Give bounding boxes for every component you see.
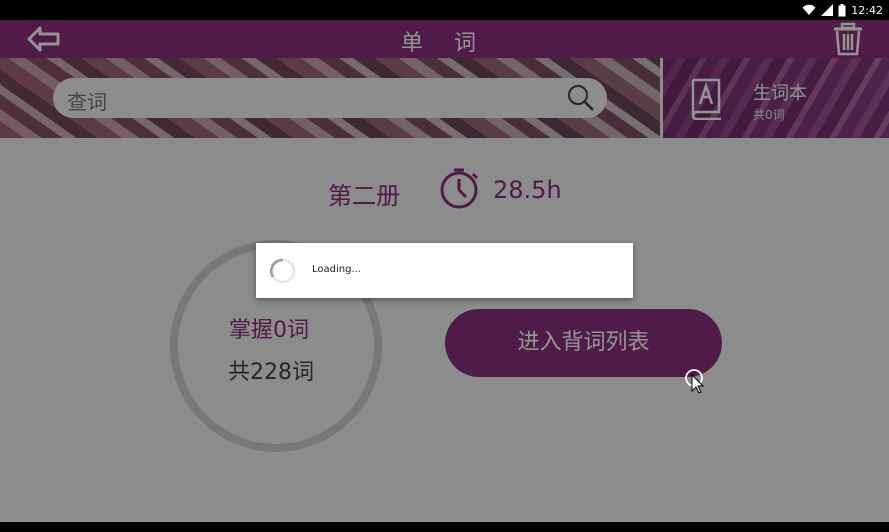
status-time: 12:42 <box>851 3 883 17</box>
bottom-bar <box>0 522 889 532</box>
cursor-icon <box>685 369 705 394</box>
wifi-icon <box>802 4 816 15</box>
spinner-icon <box>270 258 296 284</box>
loading-text: Loading... <box>312 264 361 275</box>
battery-icon <box>838 3 846 16</box>
status-bar: 12:42 <box>0 0 889 20</box>
app-root: 12:42 单 词 查词 生词本 共0词 第二册 28.5h 掌握0词 共228… <box>0 0 889 532</box>
loading-dialog: Loading... <box>256 243 633 298</box>
signal-icon <box>821 4 834 16</box>
status-icons: 12:42 <box>802 2 883 18</box>
